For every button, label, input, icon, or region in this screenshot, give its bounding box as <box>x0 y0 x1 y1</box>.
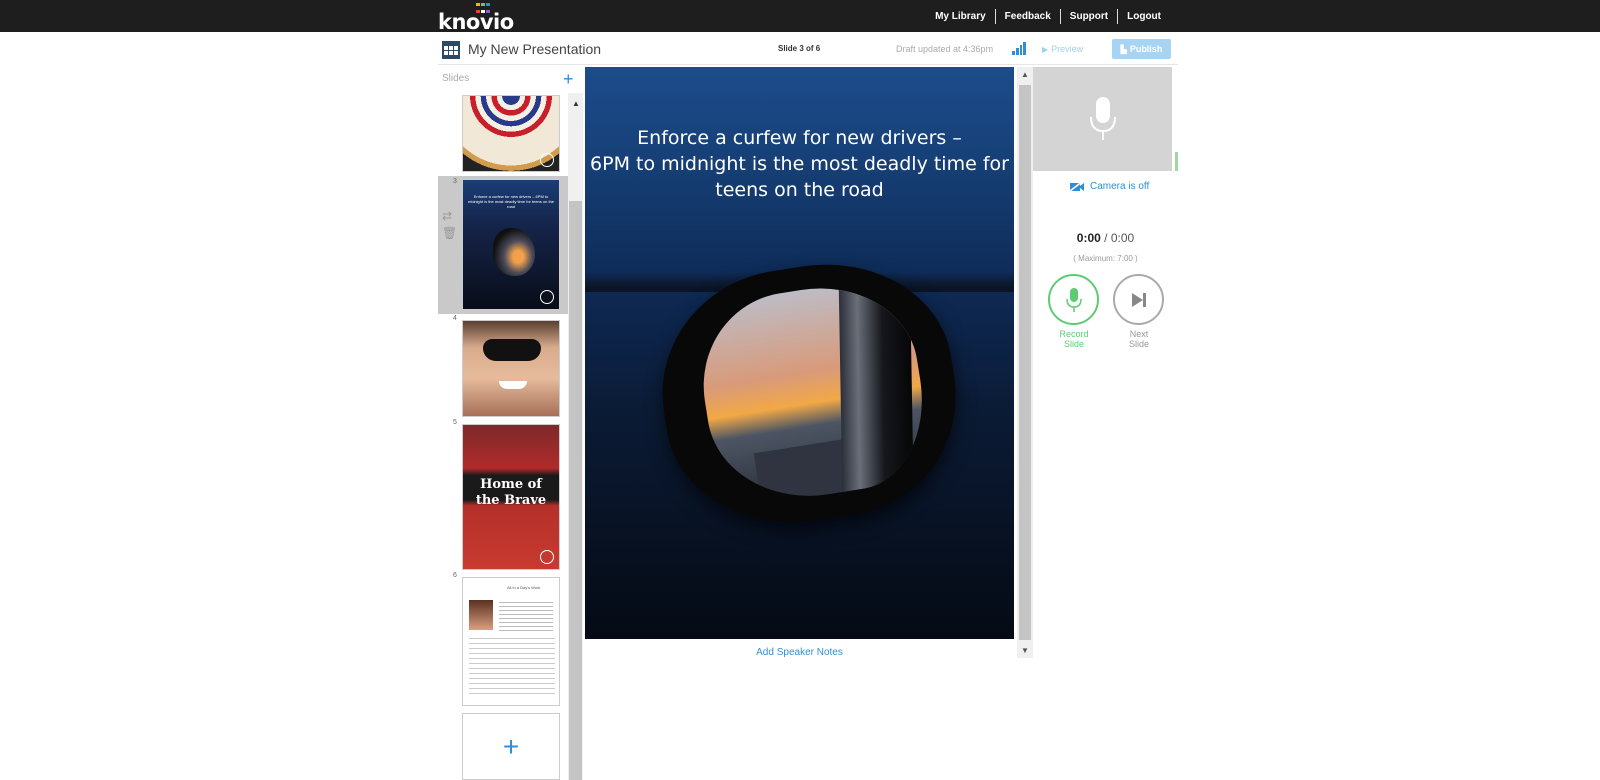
top-nav: My Library Feedback Support Logout <box>926 0 1170 32</box>
slide-stage[interactable]: Enforce a curfew for new drivers – 6PM t… <box>585 67 1014 639</box>
max-duration: ( Maximum: 7:00 ) <box>1073 254 1138 263</box>
thumb-6-lines-2 <box>469 638 555 698</box>
camera-preview <box>1033 67 1172 171</box>
slide-text-line-2: 6PM to midnight is the most deadly time … <box>590 153 1009 175</box>
scroll-up-icon[interactable]: ▲ <box>1021 70 1029 79</box>
next-label-line-2: Slide <box>1128 339 1149 349</box>
next-slide-label: Next Slide <box>1109 329 1169 349</box>
slides-scrollbar[interactable]: ▲ <box>568 93 583 780</box>
thumb-audio-indicator <box>540 153 554 167</box>
thumb-4-smile <box>499 381 527 389</box>
presentation-title[interactable]: My New Presentation <box>468 41 601 57</box>
thumb-6-lines <box>499 602 553 632</box>
play-icon: ▶ <box>1042 44 1049 54</box>
swap-icon[interactable]: ⇄ <box>442 209 456 223</box>
total-time: 0:00 <box>1110 231 1135 245</box>
add-slide-plus-icon[interactable]: + <box>563 69 574 90</box>
recording-timer: 0:00 / 0:00 <box>1033 231 1178 245</box>
slide-text-line-3: teens on the road <box>715 179 884 201</box>
slide-number-3: 3 <box>453 178 457 185</box>
record-slide-button[interactable] <box>1048 274 1099 325</box>
slide-number-5: 5 <box>453 419 457 426</box>
skip-next-icon <box>1131 292 1146 307</box>
plus-icon: + <box>502 730 520 762</box>
slide-actions: ⇄ 🗑 <box>442 209 457 243</box>
publish-icon: ▙ <box>1120 44 1127 54</box>
slide-number-6: 6 <box>453 572 457 579</box>
presentation-header: My New Presentation Slide 3 of 6 Draft u… <box>438 32 1178 65</box>
slide-thumb-2[interactable] <box>462 95 560 172</box>
camera-toggle[interactable]: Camera is off <box>1069 181 1149 192</box>
thumb-audio-indicator <box>540 290 554 304</box>
publish-button[interactable]: ▙ Publish <box>1112 39 1171 59</box>
slides-scrollbar-thumb[interactable] <box>569 201 582 780</box>
slide-thumb-5[interactable]: Home of the Brave <box>462 424 560 570</box>
next-slide-button[interactable] <box>1113 274 1164 325</box>
slide-text: Enforce a curfew for new drivers – 6PM t… <box>585 125 1014 203</box>
draft-status: Draft updated at 4:36pm <box>896 44 994 54</box>
slide-text-line-1: Enforce a curfew for new drivers – <box>637 127 962 149</box>
camera-status: Camera is off <box>1090 181 1150 192</box>
knovio-logo[interactable]: knovio <box>438 3 514 34</box>
slide-counter: Slide 3 of 6 <box>778 44 821 53</box>
stage-scrollbar[interactable]: ▲ ▼ <box>1017 67 1033 658</box>
publish-label: Publish <box>1129 44 1163 54</box>
timer-separator: / <box>1104 231 1108 245</box>
slide-number-4: 4 <box>453 315 457 322</box>
stage-scrollbar-thumb[interactable] <box>1019 85 1031 640</box>
record-slide-label: Record Slide <box>1044 329 1104 349</box>
logo-text: knovio <box>438 10 514 34</box>
grid-icon <box>442 41 460 59</box>
preview-label: Preview <box>1051 44 1084 54</box>
preview-button[interactable]: ▶ Preview <box>1042 41 1094 57</box>
slide-thumb-4[interactable] <box>462 320 560 417</box>
trash-icon[interactable]: 🗑 <box>442 226 457 240</box>
thumb-5-text: Home of the Brave <box>475 477 547 508</box>
mirror-reflection <box>690 273 936 512</box>
slide-thumb-6[interactable]: All in a Day's Work <box>462 577 560 706</box>
signal-icon[interactable] <box>1012 41 1026 55</box>
mirror-car-side <box>838 273 914 492</box>
top-bar: knovio My Library Feedback Support Logou… <box>0 0 1600 34</box>
elapsed-time: 0:00 <box>1076 231 1101 245</box>
nav-logout[interactable]: Logout <box>1117 8 1170 24</box>
nav-feedback[interactable]: Feedback <box>994 8 1060 24</box>
scroll-up-icon[interactable]: ▲ <box>572 99 580 108</box>
slide-thumb-3[interactable]: Enforce a curfew for new drivers – 6PM t… <box>462 179 560 310</box>
record-label-line-2: Slide <box>1063 339 1084 349</box>
thumb-3-mirror-image <box>493 228 535 276</box>
add-slide-button[interactable]: + <box>462 713 560 780</box>
scroll-down-icon[interactable]: ▼ <box>1021 646 1029 655</box>
thumb-3-text: Enforce a curfew for new drivers – 6PM t… <box>467 194 555 209</box>
mic-icon <box>1089 97 1116 140</box>
thumb-4-sunglasses <box>483 339 541 361</box>
next-label-line-1: Next <box>1129 329 1149 339</box>
nav-my-library[interactable]: My Library <box>926 9 995 24</box>
thumb-6-photo <box>469 600 493 630</box>
mic-icon <box>1065 287 1082 312</box>
nav-support[interactable]: Support <box>1059 8 1117 24</box>
thumb-6-heading: All in a Day's Work <box>507 585 541 590</box>
audio-level-meter <box>1175 152 1178 171</box>
recorder-panel: Camera is off 0:00 / 0:00 ( Maximum: 7:0… <box>1033 67 1178 397</box>
thumb-audio-indicator <box>540 550 554 564</box>
slides-label: Slides <box>442 73 470 84</box>
camera-off-icon <box>1069 181 1084 192</box>
record-label-line-1: Record <box>1059 329 1089 339</box>
add-speaker-notes-link[interactable]: Add Speaker Notes <box>585 647 1014 658</box>
slides-panel: Slides + ⇄ 🗑 3 Enforce a curfew for new … <box>438 67 583 780</box>
